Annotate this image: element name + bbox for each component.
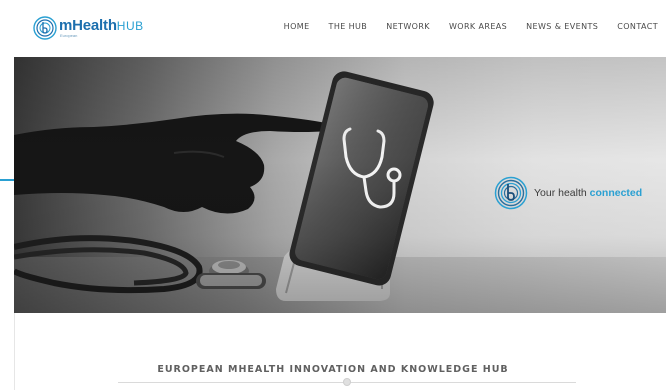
logo-name-main: mHealth <box>59 17 117 34</box>
logo-subtitle: European <box>60 33 78 38</box>
divider-ornament <box>343 378 351 386</box>
nav-item-contact[interactable]: CONTACT <box>617 22 658 31</box>
hero-banner: Your health connected <box>14 57 666 313</box>
hero-tagline: Your health connected <box>494 176 642 210</box>
site-header: mHealthHUB European HOME THE HUB NETWORK… <box>0 0 666 57</box>
nav-item-the-hub[interactable]: THE HUB <box>329 22 368 31</box>
logo-wordmark: mHealthHUB <box>59 18 144 33</box>
tagline-prefix: Your health <box>534 187 587 199</box>
nav-item-home[interactable]: HOME <box>284 22 310 31</box>
section-title: EUROPEAN MHEALTH INNOVATION AND KNOWLEDG… <box>157 363 509 375</box>
site-logo[interactable]: mHealthHUB European <box>33 15 144 41</box>
mhealthhub-logo-icon <box>33 16 57 40</box>
nav-item-network[interactable]: NETWORK <box>386 22 430 31</box>
hub-emblem-icon <box>494 176 528 210</box>
logo-text: mHealthHUB European <box>59 18 144 38</box>
tagline-text: Your health connected <box>534 187 642 199</box>
nav-item-news-events[interactable]: NEWS & EVENTS <box>526 22 598 31</box>
side-accent-tick <box>0 179 14 181</box>
nav-item-work-areas[interactable]: WORK AREAS <box>449 22 507 31</box>
logo-name-hub: HUB <box>116 19 144 33</box>
tagline-accent: connected <box>589 187 643 199</box>
main-nav: HOME THE HUB NETWORK WORK AREAS NEWS & E… <box>284 22 658 31</box>
